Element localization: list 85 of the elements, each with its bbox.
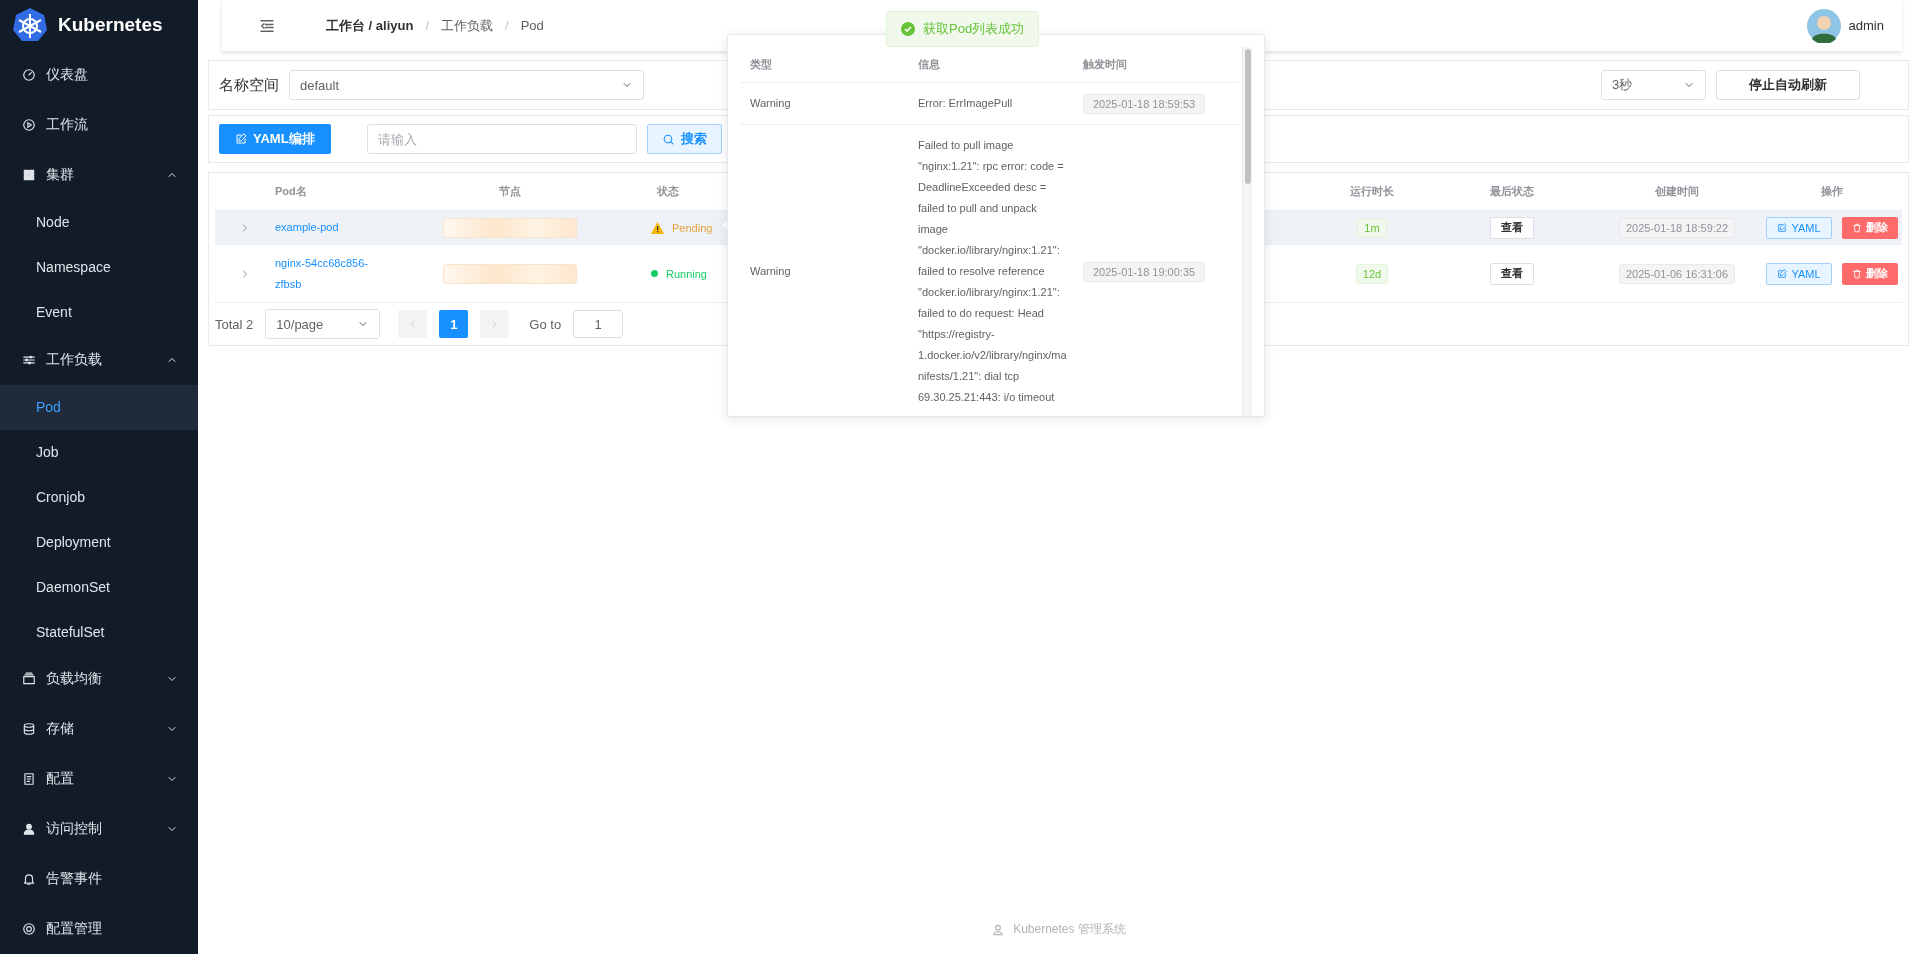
- nav-subitem[interactable]: Job: [0, 429, 198, 475]
- trash-icon: [1851, 222, 1862, 233]
- database-icon: [22, 722, 36, 737]
- nav-subitem[interactable]: Event: [0, 289, 198, 335]
- warning-icon: [651, 221, 664, 234]
- grid-icon: [22, 167, 36, 182]
- check-circle-icon: [901, 22, 915, 36]
- breadcrumb-separator: /: [425, 18, 430, 33]
- column-header: Pod名: [275, 184, 307, 199]
- column-header: 状态: [655, 184, 679, 199]
- interval-select[interactable]: 3秒: [1601, 70, 1706, 100]
- created-time: 2025-01-18 18:59:22: [1618, 217, 1736, 238]
- pod-status: Running: [651, 267, 707, 280]
- nav-subitem[interactable]: Namespace: [0, 244, 198, 290]
- lifebuoy-icon: [22, 922, 36, 937]
- nav-item[interactable]: 仪表盘: [0, 49, 198, 100]
- column-header: 节点: [499, 184, 521, 199]
- column-header: 操作: [1821, 184, 1843, 199]
- column-header: 运行时长: [1350, 184, 1394, 199]
- view-button[interactable]: 查看: [1490, 216, 1534, 239]
- gauge-icon: [22, 67, 36, 82]
- column-header: 触发时间: [1083, 57, 1128, 72]
- toast-text: 获取Pod列表成功: [923, 20, 1025, 38]
- nav-item[interactable]: 告警事件: [0, 854, 198, 905]
- nav-subitem[interactable]: Pod: [0, 384, 198, 430]
- column-header: 创建时间: [1655, 184, 1699, 199]
- helm-logo-icon: [12, 6, 48, 43]
- nav-item[interactable]: 工作负载: [0, 334, 198, 385]
- uptime-tag: 1m: [1357, 217, 1387, 238]
- footer-text: Kubernetes 管理系统: [1013, 921, 1126, 938]
- nav-item[interactable]: 配置管理: [0, 904, 198, 954]
- search-icon: [661, 132, 675, 146]
- edit-icon: [235, 133, 247, 145]
- goto-field[interactable]: 1: [573, 310, 624, 338]
- event-time: 2025-01-18 18:59:53: [1083, 93, 1206, 114]
- pod-status: Pending: [651, 221, 713, 234]
- bell-icon: [22, 872, 36, 887]
- goto-label: Go to: [529, 316, 562, 332]
- breadcrumb-item[interactable]: 工作台 / aliyun: [326, 16, 414, 35]
- tray-icon: [22, 672, 36, 687]
- breadcrumb-item[interactable]: 工作负载: [441, 16, 494, 35]
- status-dot-icon: [651, 270, 658, 277]
- nav-item[interactable]: 配置: [0, 754, 198, 805]
- column-header: 最后状态: [1490, 184, 1534, 199]
- nav-subitem[interactable]: Deployment: [0, 519, 198, 565]
- page-size-select[interactable]: 10/page: [265, 309, 381, 339]
- user-name[interactable]: admin: [1848, 18, 1884, 33]
- user-icon: [22, 822, 36, 837]
- created-time: 2025-01-06 16:31:06: [1618, 263, 1736, 284]
- user-pin-icon: [991, 922, 1006, 937]
- avatar-icon: [1806, 8, 1841, 43]
- nav-item[interactable]: 访问控制: [0, 804, 198, 855]
- search-field[interactable]: 请输入: [366, 124, 637, 154]
- event-time: 2025-01-18 19:00:35: [1083, 261, 1206, 282]
- event-type: Warning: [750, 96, 792, 111]
- namespace-select[interactable]: default: [289, 70, 644, 100]
- column-header: 信息: [918, 57, 941, 72]
- document-icon: [22, 772, 36, 787]
- breadcrumb-item[interactable]: Pod: [520, 18, 544, 33]
- nav-item[interactable]: 集群: [0, 149, 198, 200]
- prev-page-button[interactable]: [398, 310, 428, 338]
- event-message: Failed to pull image "nginx:1.21": rpc error: code = DeadlineExceeded desc = failed to pull and unpack image "docker.io/library/nginx:1.21": failed to resolve reference "docker.io/library/nginx:1.21": failed to do request: Head "https://registry-1.docker.io/v2/library/nginx/manifests/1.21": dial tcp 69.30.25.21:443: i/o timeout: [918, 138, 1068, 405]
- nav-item[interactable]: 存储: [0, 704, 198, 755]
- event-type: Warning: [750, 264, 792, 279]
- next-page-button[interactable]: [480, 310, 510, 338]
- uptime-tag: 12d: [1355, 263, 1389, 284]
- breadcrumb-separator: /: [505, 18, 509, 33]
- nav-subitem[interactable]: DaemonSet: [0, 564, 198, 610]
- event-message: Error: ErrImagePull: [918, 96, 1014, 111]
- nav-subitem[interactable]: Node: [0, 199, 198, 245]
- edit-icon: [1777, 222, 1788, 233]
- nav-subitem[interactable]: StatefulSet: [0, 609, 198, 655]
- nav-subitem[interactable]: Cronjob: [0, 474, 198, 520]
- scrollbar[interactable]: [1242, 47, 1252, 416]
- play-circle-icon: [22, 117, 36, 132]
- nav-item[interactable]: 工作流: [0, 99, 198, 150]
- view-button[interactable]: 查看: [1490, 262, 1534, 285]
- brand-title: Kubernetes: [58, 13, 163, 36]
- stop-refresh-button[interactable]: 停止自动刷新: [1716, 70, 1860, 100]
- column-header: 类型: [750, 57, 773, 72]
- nav-item[interactable]: 负载均衡: [0, 654, 198, 705]
- namespace-label: 名称空间: [219, 75, 279, 95]
- trash-icon: [1851, 268, 1862, 279]
- total-count: Total 2: [215, 316, 254, 332]
- edit-icon: [1777, 268, 1788, 279]
